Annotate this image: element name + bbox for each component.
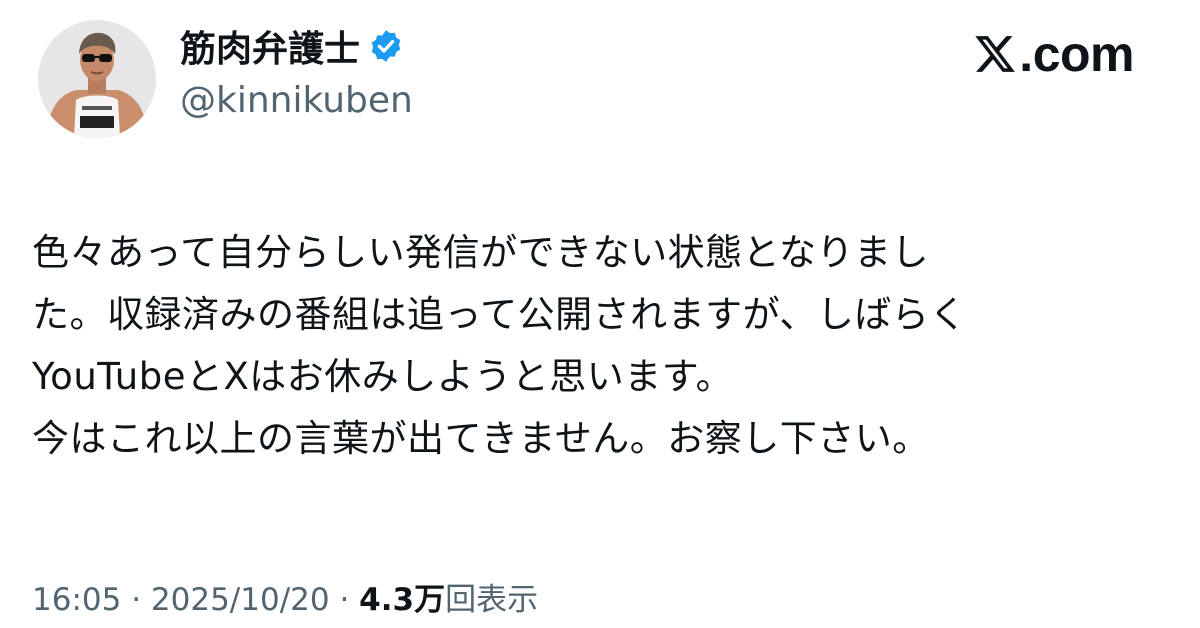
tweet-text: 色々あって自分らしい発信ができない状態となりまし た。収録済みの番組は追って公開… bbox=[32, 222, 1182, 470]
brand-wordmark: .com bbox=[973, 24, 1134, 84]
x-logo-icon bbox=[973, 32, 1017, 76]
meta-separator: · bbox=[329, 582, 360, 618]
author-handle[interactable]: @kinnikuben bbox=[180, 80, 413, 121]
tweet-line: 今はこれ以上の言葉が出てきません。お察し下さい。 bbox=[32, 417, 930, 460]
tweet-time[interactable]: 16:05 bbox=[32, 582, 121, 618]
views-label: 回表示 bbox=[445, 582, 539, 618]
avatar-image bbox=[38, 20, 156, 138]
tweet-line: YouTubeとXはお休みしようと思います。 bbox=[32, 355, 734, 398]
display-name[interactable]: 筋肉弁護士 bbox=[180, 20, 360, 72]
tweet-date[interactable]: 2025/10/20 bbox=[151, 582, 330, 618]
meta-separator: · bbox=[121, 582, 151, 618]
brand-domain: .com bbox=[1019, 26, 1134, 82]
avatar[interactable] bbox=[38, 20, 156, 138]
tweet-line: た。収録済みの番組は追って公開されますが、しばらく bbox=[32, 293, 967, 336]
tweet-card: 筋肉弁護士 @kinnikuben .com 色々あって自分らしい発信ができない… bbox=[0, 0, 1200, 628]
tweet-meta: 16:05 · 2025/10/20 · 4.3万回表示 bbox=[32, 574, 538, 619]
author-name-row[interactable]: 筋肉弁護士 bbox=[180, 22, 404, 70]
verified-badge-icon bbox=[368, 28, 404, 64]
tweet-line: 色々あって自分らしい発信ができない状態となりまし bbox=[32, 231, 930, 274]
views-count: 4.3万 bbox=[359, 582, 446, 618]
